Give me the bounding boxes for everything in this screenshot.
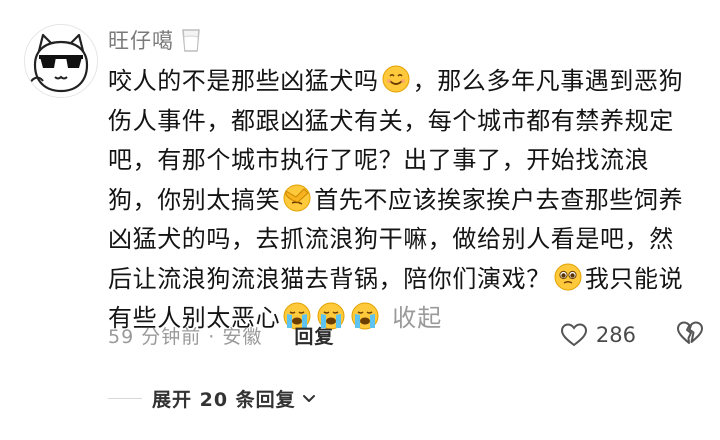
- broken-heart-icon: [677, 321, 703, 344]
- cool-cat-avatar-icon: [28, 33, 89, 93]
- reply-button[interactable]: 回复: [294, 322, 334, 349]
- user-row: 旺仔噶: [108, 20, 708, 60]
- username[interactable]: 旺仔噶: [108, 25, 174, 55]
- expand-replies-label: 展开 20 条回复: [152, 388, 296, 411]
- comment-segment: 咬人的不是那些凶猛犬吗: [108, 67, 379, 95]
- comment-meta-row: 59 分钟前 · 安徽 回复 286: [108, 318, 704, 352]
- pleading-emoji-icon: [553, 262, 583, 292]
- comment-text: 咬人的不是那些凶猛犬吗 ，那么多年凡事遇到恶狗伤人事件，都跟凶猛犬有关，每个城市都…: [108, 62, 698, 339]
- expand-replies[interactable]: 展开 20 条回复: [108, 382, 318, 414]
- chevron-down-icon: [302, 395, 315, 402]
- milk-glass-icon: [180, 27, 202, 53]
- divider-line: [108, 397, 142, 399]
- time-location: 59 分钟前 · 安徽: [108, 325, 263, 348]
- smiling-emoji-icon: [381, 64, 411, 94]
- like-count: 286: [595, 323, 636, 347]
- comment-page: 旺仔噶 咬人的不是那些凶猛犬吗 ，那么多年凡事遇到恶狗伤人事件，都跟凶猛犬有关，每…: [0, 0, 720, 440]
- user-avatar[interactable]: [24, 24, 98, 98]
- like-area: 286: [560, 320, 704, 350]
- facepalm-emoji-icon: [282, 183, 312, 213]
- like-button[interactable]: 286: [560, 322, 636, 348]
- comment-block: 旺仔噶 咬人的不是那些凶猛犬吗 ，那么多年凡事遇到恶狗伤人事件，都跟凶猛犬有关，每…: [108, 20, 708, 339]
- dislike-button[interactable]: [676, 320, 704, 350]
- heart-outline-icon: [560, 323, 587, 347]
